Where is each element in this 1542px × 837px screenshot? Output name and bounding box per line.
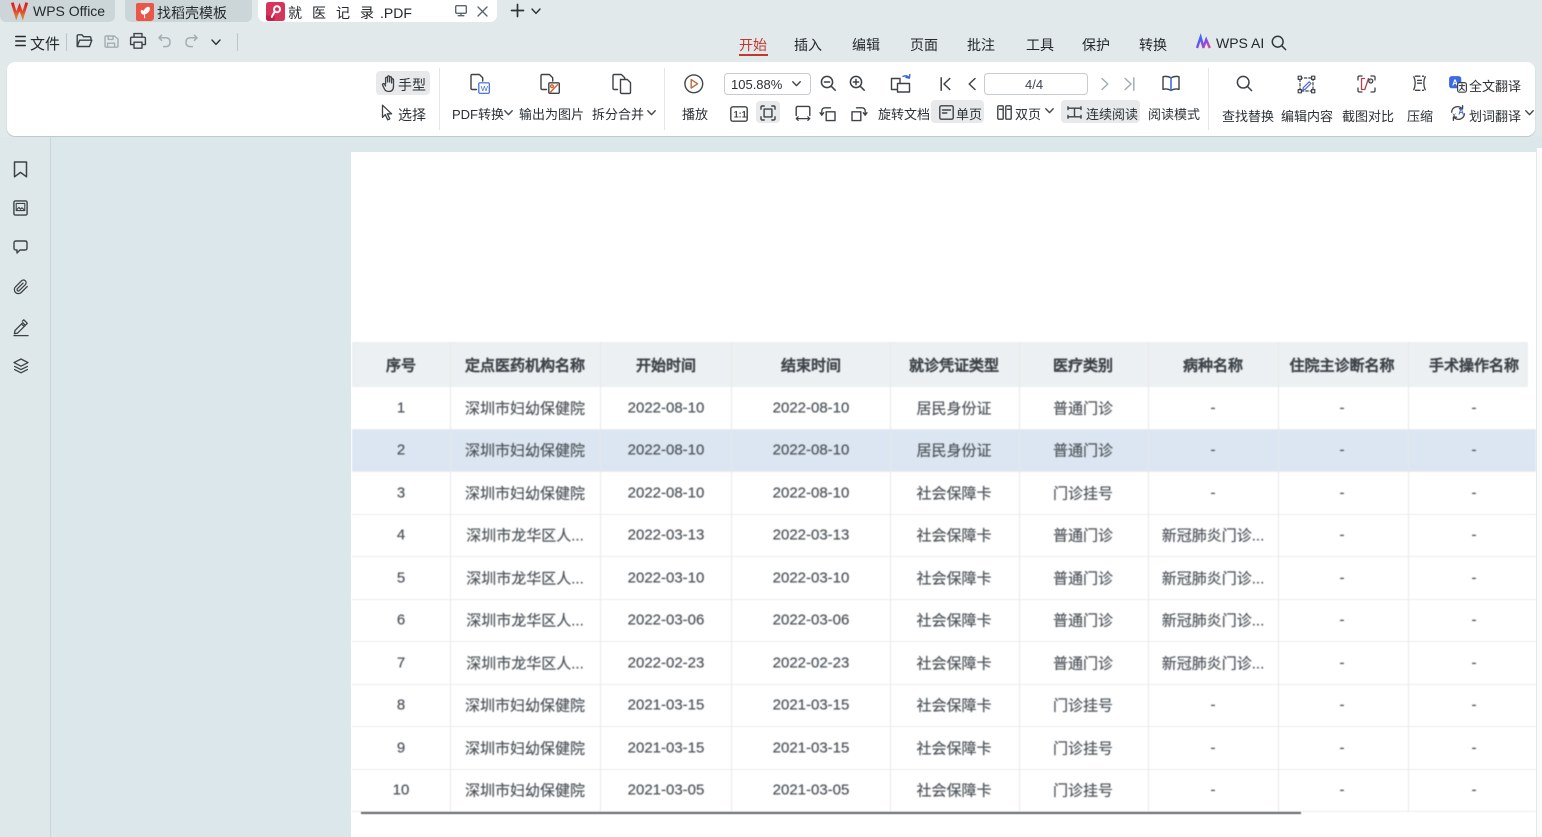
svg-text:x: x (1452, 113, 1456, 120)
svg-text:W: W (481, 84, 489, 93)
svg-text:1:1: 1:1 (734, 110, 747, 120)
svg-text:A: A (1458, 107, 1464, 116)
